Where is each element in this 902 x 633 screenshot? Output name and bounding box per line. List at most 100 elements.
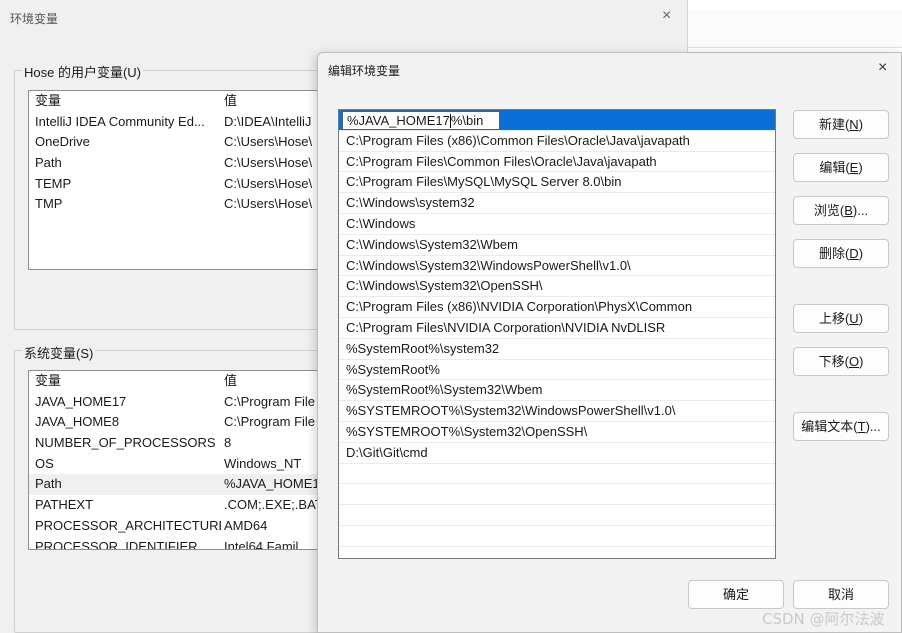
variable-name: Path	[35, 155, 62, 171]
list-header: 变量 值	[29, 91, 327, 112]
path-entries-list[interactable]: %JAVA_HOME17%\bin C:\Program Files (x86)…	[338, 109, 776, 559]
browse-button-label-tail: )...	[852, 203, 869, 218]
edit-button-label-tail: )	[858, 160, 863, 175]
variable-value: C:\Users\Hose\	[224, 134, 313, 150]
variable-row[interactable]: PATHEXT .COM;.EXE;.BAT	[29, 495, 327, 516]
variable-row[interactable]: PROCESSOR_IDENTIFIER Intel64 Famil	[29, 537, 327, 550]
move-down-button-accesskey: O	[848, 354, 860, 369]
column-header-name: 变量	[35, 373, 62, 388]
path-entry-empty[interactable]	[339, 464, 775, 485]
move-up-button-label-tail: )	[858, 311, 864, 326]
variable-name: PATHEXT	[35, 497, 94, 513]
variable-value: C:\Program File	[224, 414, 316, 430]
path-entry-empty[interactable]	[339, 505, 775, 526]
column-header-name: 变量	[35, 93, 62, 108]
variable-name: OneDrive	[35, 134, 90, 150]
new-button-label-tail: )	[858, 117, 864, 132]
variable-row[interactable]: NUMBER_OF_PROCESSORS 8	[29, 433, 327, 454]
path-entry-empty[interactable]	[339, 526, 775, 547]
variable-name: IntelliJ IDEA Community Ed...	[35, 113, 205, 129]
variable-row[interactable]: PROCESSOR_ARCHITECTURE AMD64	[29, 516, 327, 537]
ok-button[interactable]: 确定	[688, 580, 784, 609]
edit-button[interactable]: 编辑(E)	[793, 153, 889, 182]
watermark: CSDN @阿尔法波	[762, 610, 885, 628]
background-window-strip	[688, 10, 902, 48]
list-header: 变量 值	[29, 371, 327, 392]
variable-value: 8	[224, 435, 232, 451]
edit-text-button-label-tail: )...	[865, 419, 881, 434]
path-entry[interactable]: C:\Windows\System32\OpenSSH\	[339, 276, 775, 298]
delete-button[interactable]: 删除(D)	[793, 239, 889, 268]
new-button-label: 新建(	[818, 117, 850, 132]
path-entry-empty[interactable]	[339, 547, 775, 558]
path-entry[interactable]: C:\Windows\System32\Wbem	[339, 235, 775, 256]
path-entry[interactable]: %SystemRoot%	[339, 360, 775, 381]
path-entry[interactable]: C:\Windows\System32\WindowsPowerShell\v1…	[339, 256, 775, 277]
path-entry-empty[interactable]	[339, 484, 775, 506]
edit-button-label: 编辑(	[819, 160, 850, 175]
path-entry[interactable]: %SYSTEMROOT%\System32\OpenSSH\	[339, 422, 775, 443]
variable-row[interactable]: Path %JAVA_HOME1	[29, 474, 327, 496]
variable-value: Intel64 Famil	[224, 538, 299, 550]
delete-button-label-tail: )	[858, 246, 864, 261]
variable-row[interactable]: TEMP C:\Users\Hose\	[29, 174, 327, 195]
path-entry[interactable]: %SystemRoot%\System32\Wbem	[339, 380, 775, 402]
move-up-button-accesskey: U	[849, 311, 859, 326]
variable-row[interactable]: TMP C:\Users\Hose\	[29, 194, 327, 215]
variable-value: C:\Program File	[224, 393, 316, 409]
path-entry-editing[interactable]: %JAVA_HOME17%\bin	[339, 110, 775, 131]
close-icon[interactable]: ×	[878, 60, 887, 76]
path-entry[interactable]: C:\Windows	[339, 214, 775, 235]
path-entry[interactable]: C:\Program Files (x86)\Common Files\Orac…	[339, 131, 775, 152]
window-title: 环境变量	[10, 12, 59, 26]
move-up-button[interactable]: 上移(U)	[793, 304, 889, 333]
variable-value: Windows_NT	[224, 455, 302, 471]
column-header-value: 值	[224, 93, 238, 108]
variable-name: PROCESSOR_ARCHITECTURE	[35, 517, 221, 533]
edit-env-var-dialog: 编辑环境变量 × %JAVA_HOME17%\bin C:\Program Fi…	[317, 52, 902, 633]
edit-text-before-caret: %JAVA_HOME17	[347, 113, 450, 128]
close-icon[interactable]: ×	[662, 8, 671, 24]
browse-button[interactable]: 浏览(B)...	[793, 196, 889, 225]
variable-name: OS	[35, 455, 54, 471]
variable-row[interactable]: OneDrive C:\Users\Hose\	[29, 132, 327, 153]
path-entry[interactable]: C:\Program Files\MySQL\MySQL Server 8.0\…	[339, 172, 775, 194]
move-down-button[interactable]: 下移(O)	[793, 347, 889, 376]
path-edit-input[interactable]: %JAVA_HOME17%\bin	[342, 111, 500, 130]
delete-button-accesskey: D	[849, 246, 859, 261]
path-entry[interactable]: C:\Program Files (x86)\NVIDIA Corporatio…	[339, 297, 775, 318]
edit-text-after-caret: %\bin	[450, 113, 484, 128]
variable-row[interactable]: OS Windows_NT	[29, 454, 327, 475]
new-button[interactable]: 新建(N)	[793, 110, 889, 139]
edit-text-button-accesskey: T	[857, 419, 866, 434]
variable-name: JAVA_HOME17	[35, 393, 127, 409]
path-entry[interactable]: C:\Program Files\Common Files\Oracle\Jav…	[339, 152, 775, 173]
user-vars-list[interactable]: 变量 值 IntelliJ IDEA Community Ed... D:\IDE…	[28, 90, 328, 270]
path-entry[interactable]: C:\Windows\system32	[339, 193, 775, 214]
move-up-button-label: 上移(	[818, 311, 850, 326]
new-button-accesskey: N	[849, 117, 859, 132]
path-entry[interactable]: %SYSTEMROOT%\System32\WindowsPowerShell\…	[339, 401, 775, 422]
variable-name: Path	[35, 476, 62, 492]
cancel-button[interactable]: 取消	[793, 580, 889, 609]
browse-button-accesskey: B	[844, 203, 853, 218]
path-entry[interactable]: C:\Program Files\NVIDIA Corporation\NVID…	[339, 318, 775, 339]
variable-value: %JAVA_HOME1	[224, 476, 320, 492]
variable-row[interactable]: JAVA_HOME17 C:\Program File	[29, 392, 327, 413]
variable-value: C:\Users\Hose\	[224, 155, 313, 171]
move-down-button-label-tail: )	[859, 354, 864, 369]
edit-text-button-label: 编辑文本(	[801, 419, 858, 434]
dialog-title: 编辑环境变量	[328, 64, 401, 78]
variable-row[interactable]: IntelliJ IDEA Community Ed... D:\IDEA\Int…	[29, 112, 327, 133]
variable-name: TEMP	[35, 175, 72, 191]
system-vars-list[interactable]: 变量 值 JAVA_HOME17 C:\Program File JAVA_HOME…	[28, 370, 328, 550]
edit-text-button[interactable]: 编辑文本(T)...	[793, 412, 889, 441]
variable-name: NUMBER_OF_PROCESSORS	[35, 435, 216, 451]
path-entry[interactable]: D:\Git\Git\cmd	[339, 443, 775, 464]
variable-row[interactable]: JAVA_HOME8 C:\Program File	[29, 412, 327, 433]
variable-value: D:\IDEA\IntelliJ	[224, 113, 312, 129]
path-entry[interactable]: %SystemRoot%\system32	[339, 339, 775, 360]
variable-row[interactable]: Path C:\Users\Hose\	[29, 153, 327, 174]
browse-button-label: 浏览(	[813, 203, 845, 218]
variable-name: PROCESSOR_IDENTIFIER	[35, 538, 198, 550]
